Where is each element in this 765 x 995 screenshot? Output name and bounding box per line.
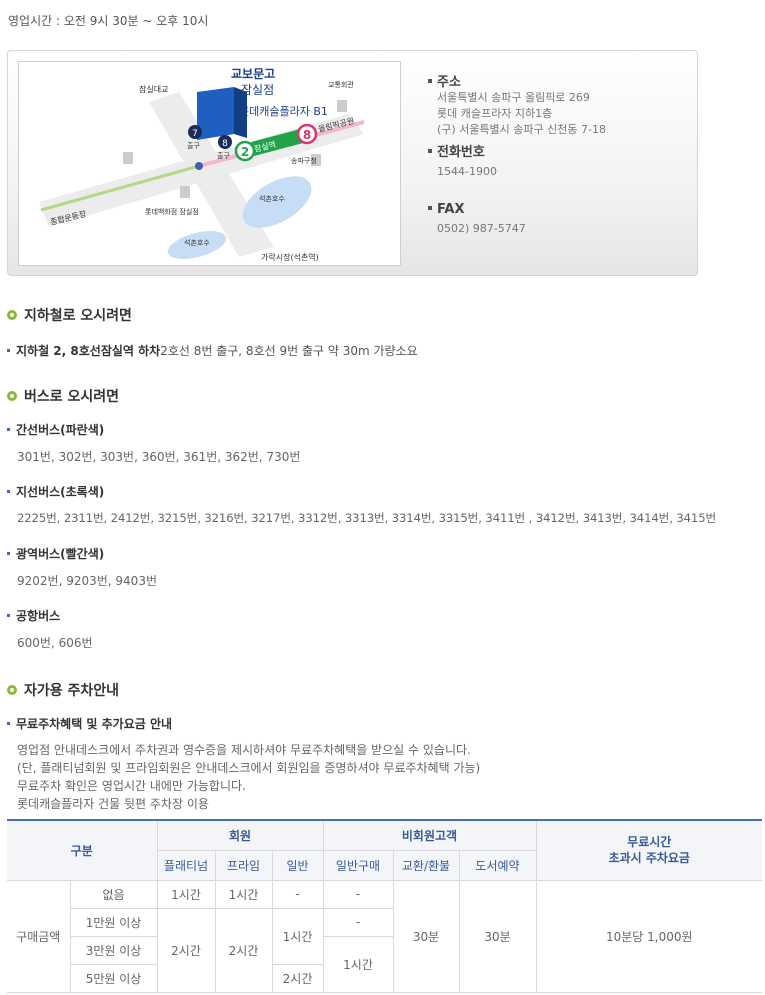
parking-fee-table: 구분 회원 비회원고객 무료시간 초과시 주차요금 플래티넘 프라임 일반 일반… bbox=[7, 819, 762, 993]
header-prime: 프라임 bbox=[214, 849, 273, 881]
cell: 2시간 bbox=[214, 907, 273, 993]
bus-routes: 2225번, 2311번, 2412번, 3215번, 3216번, 3217번… bbox=[17, 511, 717, 525]
bus-group-name: 간선버스(파란색) bbox=[7, 421, 104, 438]
header-member: 회원 bbox=[156, 819, 324, 851]
phone-number: 1544-1900 bbox=[437, 165, 497, 178]
notice-line: 무료주차 확인은 영업시간 내에만 가능합니다. bbox=[17, 779, 246, 793]
bullet-icon bbox=[428, 149, 432, 153]
cell: - bbox=[322, 907, 393, 937]
svg-text:8: 8 bbox=[222, 139, 228, 149]
svg-text:2: 2 bbox=[241, 145, 249, 159]
bullet-icon bbox=[428, 79, 432, 83]
header-exchange: 교환/환불 bbox=[392, 849, 460, 881]
section-ring-icon bbox=[7, 685, 17, 695]
cell: 2시간 bbox=[156, 907, 216, 993]
header-platinum: 플래티넘 bbox=[157, 849, 216, 881]
svg-text:석촌호수: 석촌호수 bbox=[184, 238, 210, 247]
svg-text:롯데백화점 잠실점: 롯데백화점 잠실점 bbox=[145, 207, 199, 216]
header-overtime-fee: 무료시간 초과시 주차요금 bbox=[535, 819, 762, 881]
bullet-icon bbox=[7, 428, 10, 431]
svg-text:석촌호수: 석촌호수 bbox=[259, 194, 285, 203]
subway-section-title: 지하철로 오시려면 bbox=[7, 305, 132, 325]
svg-text:롯데캐슬플라자 B1: 롯데캐슬플라자 B1 bbox=[239, 105, 328, 118]
tier-cell: 1만원 이상 bbox=[70, 907, 158, 937]
subway-info: 지하철 2, 8호선잠실역 하차 2호선 8번 출구, 8호선 9번 출구 약 … bbox=[7, 342, 418, 359]
bullet-icon bbox=[7, 349, 10, 352]
phone-block: 전화번호 1544-1900 bbox=[428, 141, 497, 180]
map-graphic: 7 8 2 8 교보문고 잠실점 롯데캐슬플라자 B1 잠실대교 교통회관 올림… bbox=[39, 67, 365, 262]
address-title: 주소 bbox=[437, 75, 461, 90]
notice-line: 영업점 안내데스크에서 주차권과 영수증을 제시하셔야 무료주차혜택을 받으실 … bbox=[17, 743, 471, 757]
cell: - bbox=[322, 879, 394, 909]
address-line: 롯데 캐슬프라자 지하1층 bbox=[437, 107, 553, 120]
bullet-icon bbox=[7, 722, 10, 725]
header-book-reserve: 도서예약 bbox=[458, 849, 536, 881]
section-ring-icon bbox=[7, 310, 17, 320]
bus-group-name: 광역버스(빨간색) bbox=[7, 545, 104, 562]
bullet-icon bbox=[7, 490, 10, 493]
store-building bbox=[197, 87, 234, 140]
notice-line: 롯데캐슬플라자 건물 뒷편 주차장 이용 bbox=[17, 797, 209, 811]
traffic-hall-building bbox=[337, 100, 347, 112]
store-info-box: 7 8 2 8 교보문고 잠실점 롯데캐슬플라자 B1 잠실대교 교통회관 올림… bbox=[7, 50, 698, 276]
fee-cell: 10분당 1,000원 bbox=[535, 879, 762, 993]
section-ring-icon bbox=[7, 391, 17, 401]
header-category: 구분 bbox=[7, 819, 158, 881]
cell: 1시간 bbox=[322, 935, 393, 993]
row-label: 구매금액 bbox=[7, 879, 71, 993]
header-general-purchase: 일반구매 bbox=[322, 849, 394, 881]
tier-cell: 없음 bbox=[69, 879, 158, 909]
fax-title: FAX bbox=[437, 202, 465, 217]
parking-section-title: 자가용 주차안내 bbox=[7, 680, 119, 700]
svg-text:교보문고: 교보문고 bbox=[231, 67, 275, 81]
cell: 1시간 bbox=[214, 879, 273, 909]
cell: 1시간 bbox=[156, 879, 216, 909]
bullet-icon bbox=[7, 552, 10, 555]
parking-subtitle: 무료주차혜택 및 추가요금 안내 bbox=[7, 715, 172, 732]
location-pin bbox=[195, 162, 203, 170]
tier-cell: 3만원 이상 bbox=[70, 935, 158, 965]
bus-group-name: 공항버스 bbox=[7, 607, 60, 624]
cell: 2시간 bbox=[271, 963, 323, 993]
svg-text:8: 8 bbox=[303, 128, 311, 142]
header-nonmember: 비회원고객 bbox=[322, 819, 537, 851]
svg-text:교통회관: 교통회관 bbox=[328, 80, 354, 89]
bus-group-name: 지선버스(초록색) bbox=[7, 483, 104, 500]
svg-text:잠실점: 잠실점 bbox=[241, 83, 274, 97]
cell: 30분 bbox=[458, 879, 537, 993]
address-block: 주소 서울특별시 송파구 올림픽로 269 롯데 캐슬프라자 지하1층 (구) … bbox=[428, 71, 606, 138]
bullet-icon bbox=[428, 206, 432, 210]
phone-title: 전화번호 bbox=[437, 145, 485, 160]
bus-routes: 301번, 302번, 303번, 360번, 361번, 362번, 730번 bbox=[17, 450, 301, 464]
bus-routes: 600번, 606번 bbox=[17, 636, 93, 650]
bus-section-title: 버스로 오시려면 bbox=[7, 386, 119, 406]
address-line: (구) 서울특별시 송파구 신천동 7-18 bbox=[437, 123, 606, 136]
svg-text:7: 7 bbox=[192, 129, 198, 139]
address-line: 서울특별시 송파구 올림픽로 269 bbox=[437, 91, 590, 104]
parking-notice: 영업점 안내데스크에서 주차권과 영수증을 제시하셔야 무료주차혜택을 받으실 … bbox=[17, 741, 480, 813]
tier-cell: 5만원 이상 bbox=[70, 963, 158, 993]
business-hours: 영업시간 : 오전 9시 30분 ~ 오후 10시 bbox=[8, 14, 209, 28]
notice-line: (단, 플래티넘회원 및 프라임회원은 안내데스크에서 회원임을 증명하셔야 무… bbox=[17, 761, 481, 775]
cell: - bbox=[271, 879, 324, 909]
svg-text:출구: 출구 bbox=[187, 141, 200, 150]
table-row: 구매금액 없음 1시간 1시간 - - 30분 30분 10분당 1,000원 bbox=[7, 879, 762, 993]
fax-number: 0502) 987-5747 bbox=[437, 222, 526, 235]
svg-text:잠실대교: 잠실대교 bbox=[139, 84, 168, 94]
bullet-icon bbox=[7, 614, 10, 617]
cell: 30분 bbox=[392, 879, 460, 993]
svg-text:출구: 출구 bbox=[217, 151, 230, 160]
bus-routes: 9202번, 9203번, 9403번 bbox=[17, 574, 157, 588]
location-map: 7 8 2 8 교보문고 잠실점 롯데캐슬플라자 B1 잠실대교 교통회관 올림… bbox=[18, 61, 401, 266]
fax-block: FAX 0502) 987-5747 bbox=[428, 202, 526, 237]
svg-text:가락시장(석촌역): 가락시장(석촌역) bbox=[261, 252, 319, 262]
header-general: 일반 bbox=[271, 849, 324, 881]
svg-text:송파구청: 송파구청 bbox=[291, 156, 317, 165]
cell: 1시간 bbox=[271, 907, 324, 965]
